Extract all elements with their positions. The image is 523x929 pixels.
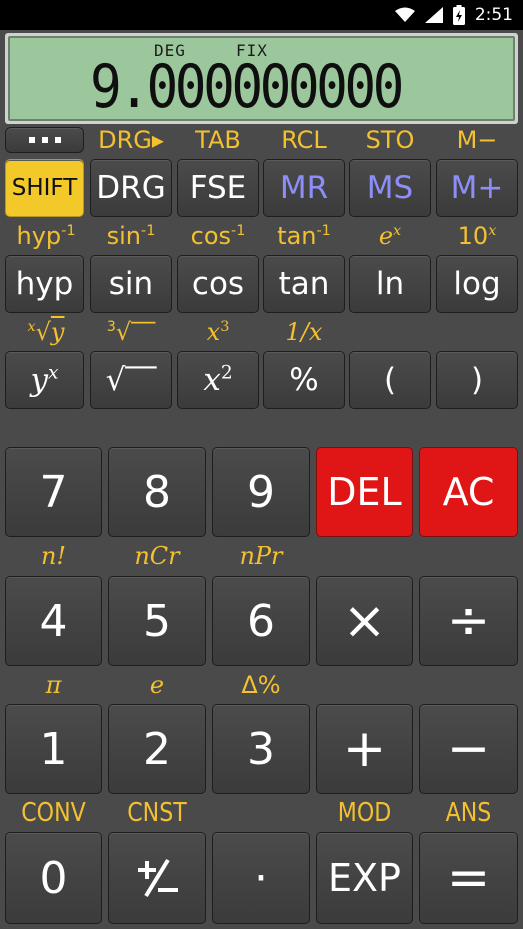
- lcd-screen: DEG FIX 9.000000000: [8, 36, 515, 122]
- shift-label-pi: π: [45, 671, 62, 699]
- tan-key[interactable]: tan: [263, 255, 345, 313]
- status-bar: 2:51: [0, 0, 523, 30]
- digit-5-key[interactable]: 5: [108, 576, 206, 666]
- shift-label-sto: STO: [365, 126, 415, 154]
- plus-key[interactable]: +: [316, 704, 413, 794]
- square-root-key[interactable]: √‾‾: [90, 351, 172, 409]
- digit-1-key[interactable]: 1: [5, 704, 102, 794]
- all-clear-key[interactable]: AC: [419, 447, 518, 537]
- divide-key[interactable]: ÷: [419, 576, 518, 666]
- display-value: 9.000000000: [90, 52, 404, 122]
- shift-label-cube: x3: [206, 318, 230, 346]
- shift-label-exp: ex: [378, 222, 402, 250]
- shift-label-mod: MOD: [337, 798, 392, 828]
- shift-label-arcsin: sin-1: [106, 222, 156, 250]
- multiply-key[interactable]: ×: [316, 576, 413, 666]
- ln-key[interactable]: ln: [349, 255, 431, 313]
- shift-label-drg-cycle: DRG▸: [98, 126, 164, 154]
- shift-label-cnst: CNST: [127, 798, 187, 828]
- display-panel: DEG FIX 9.000000000: [5, 33, 518, 124]
- digit-6-key[interactable]: 6: [212, 576, 310, 666]
- square-key[interactable]: x2: [177, 351, 259, 409]
- battery-charging-icon: [452, 5, 465, 25]
- shift-label-delta-percent: Δ%: [241, 671, 281, 699]
- exp-key[interactable]: EXP: [316, 832, 413, 924]
- cos-key[interactable]: cos: [177, 255, 259, 313]
- shift-label-conv: CONV: [21, 798, 86, 828]
- more-dots-icon: [28, 137, 61, 143]
- shift-label-rcl: RCL: [281, 126, 327, 154]
- memory-store-key[interactable]: MS: [349, 159, 431, 217]
- digit-4-key[interactable]: 4: [5, 576, 102, 666]
- shift-label-ans: ANS: [445, 798, 492, 828]
- digit-3-key[interactable]: 3: [212, 704, 310, 794]
- wifi-icon: [394, 7, 415, 23]
- shift-label-cube-root: 3√‾‾: [106, 318, 156, 346]
- digit-0-key[interactable]: 0: [5, 832, 102, 924]
- power-key[interactable]: yx: [5, 351, 84, 409]
- log-key[interactable]: log: [436, 255, 518, 313]
- digit-9-key[interactable]: 9: [212, 447, 310, 537]
- equals-key[interactable]: =: [419, 832, 518, 924]
- shift-label-permutation: nPr: [239, 542, 283, 570]
- open-paren-key[interactable]: (: [349, 351, 431, 409]
- shift-key[interactable]: SHIFT: [5, 159, 84, 217]
- shift-label-ten-power: 10x: [457, 222, 497, 250]
- signal-icon: [424, 7, 443, 23]
- close-paren-key[interactable]: ): [436, 351, 518, 409]
- shift-label-factorial: n!: [40, 542, 67, 570]
- minus-key[interactable]: −: [419, 704, 518, 794]
- memory-recall-key[interactable]: MR: [263, 159, 345, 217]
- delete-key[interactable]: DEL: [316, 447, 413, 537]
- menu-button[interactable]: [5, 127, 84, 153]
- shift-label-reciprocal: 1/x: [285, 318, 323, 346]
- drg-key[interactable]: DRG: [90, 159, 172, 217]
- plus-minus-icon: [138, 858, 178, 898]
- clock: 2:51: [474, 5, 513, 25]
- shift-label-tab: TAB: [195, 126, 241, 154]
- memory-plus-key[interactable]: M+: [436, 159, 518, 217]
- shift-label-arctan: tan-1: [277, 222, 331, 250]
- digit-2-key[interactable]: 2: [108, 704, 206, 794]
- shift-label-euler: e: [149, 671, 165, 699]
- shift-label-combination: nCr: [134, 542, 180, 570]
- percent-key[interactable]: %: [263, 351, 345, 409]
- digit-7-key[interactable]: 7: [5, 447, 102, 537]
- shift-label-arccos: cos-1: [190, 222, 246, 250]
- digit-8-key[interactable]: 8: [108, 447, 206, 537]
- fse-key[interactable]: FSE: [177, 159, 259, 217]
- shift-label-xth-root: x√y: [27, 318, 65, 346]
- decimal-point-key[interactable]: ·: [212, 832, 310, 924]
- shift-label-inverse-hyp: hyp-1: [16, 222, 76, 250]
- sin-key[interactable]: sin: [90, 255, 172, 313]
- hyp-key[interactable]: hyp: [5, 255, 84, 313]
- sign-toggle-key[interactable]: [108, 832, 206, 924]
- shift-label-m-minus: M−: [456, 126, 498, 154]
